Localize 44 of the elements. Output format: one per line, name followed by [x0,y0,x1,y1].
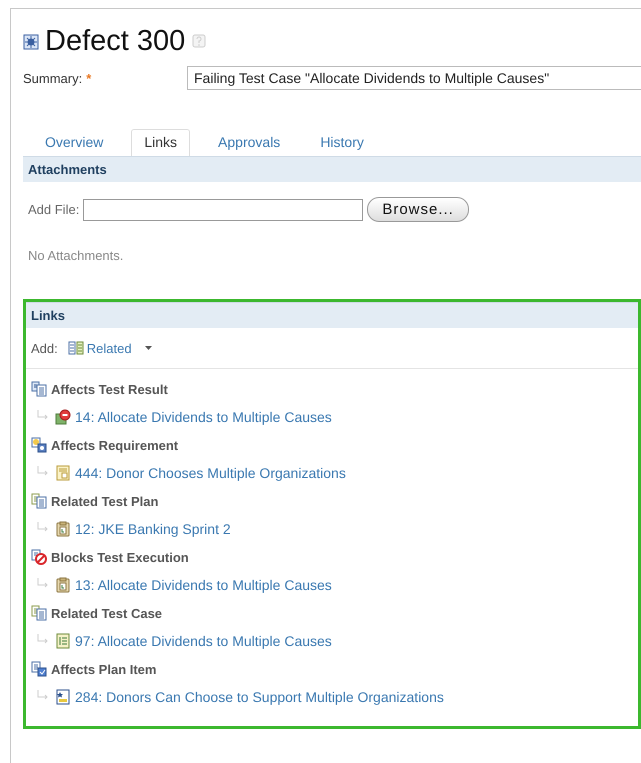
file-field[interactable] [83,198,364,220]
tab[interactable]: History [308,130,376,156]
work-item-link[interactable]: 14: Allocate Dividends to Multiple Causes [75,409,332,425]
work-item-link[interactable]: 284: Donors Can Choose to Support Multiple Organizations [75,689,444,705]
clipboard-icon [55,521,71,537]
add-file-label: Add File: [28,202,80,217]
clipboard-icon [55,577,71,593]
link-group-label: Related Test Plan [51,494,158,508]
tab[interactable]: Overview [33,130,116,156]
empty-message: No Attachments. [27,247,124,265]
linked-documents-icon [31,381,47,397]
tab[interactable]: Approvals [206,130,292,156]
page-title: Defect 300 [45,25,186,58]
help-icon [191,34,208,50]
link-type-dropdown[interactable]: Related [68,340,152,356]
section-header: Links [26,302,638,328]
link-group-label: Affects Requirement [51,438,178,452]
linked-documents-icon [31,605,47,621]
defect-icon [23,34,39,50]
document-icon [55,465,71,481]
failed-result-icon [55,409,71,425]
work-item-link[interactable]: 12: JKE Banking Sprint 2 [75,521,231,537]
summary-label: Summary: [23,70,82,86]
link-group-label: Affects Plan Item [51,662,156,676]
linked-documents-icon [31,493,47,509]
link-group-label: Affects Test Result [51,382,168,396]
linked-documents-icon [31,661,47,677]
list-icon [55,633,71,649]
story-icon [55,689,71,705]
work-item-link[interactable]: 444: Donor Chooses Multiple Organizations [75,465,346,481]
tab[interactable]: Links [131,129,190,156]
caret-icon [144,346,152,350]
linked-documents-icon [31,437,47,453]
blocked-document-icon [31,549,47,565]
work-item-link[interactable]: 13: Allocate Dividends to Multiple Causes [75,577,332,593]
related-icon [68,340,84,356]
section-header: Attachments [23,156,641,182]
summary-field[interactable]: Failing Test Case "Allocate Dividends to Multiple Causes" [187,66,641,90]
browse-button[interactable]: Browse... [367,197,469,222]
link-group-label: Related Test Case [51,606,162,620]
add-label: Add: [31,340,58,356]
link-group-label: Blocks Test Execution [51,550,189,564]
work-item-link[interactable]: 97: Allocate Dividends to Multiple Causes [75,633,332,649]
required-mark: * [86,70,92,86]
